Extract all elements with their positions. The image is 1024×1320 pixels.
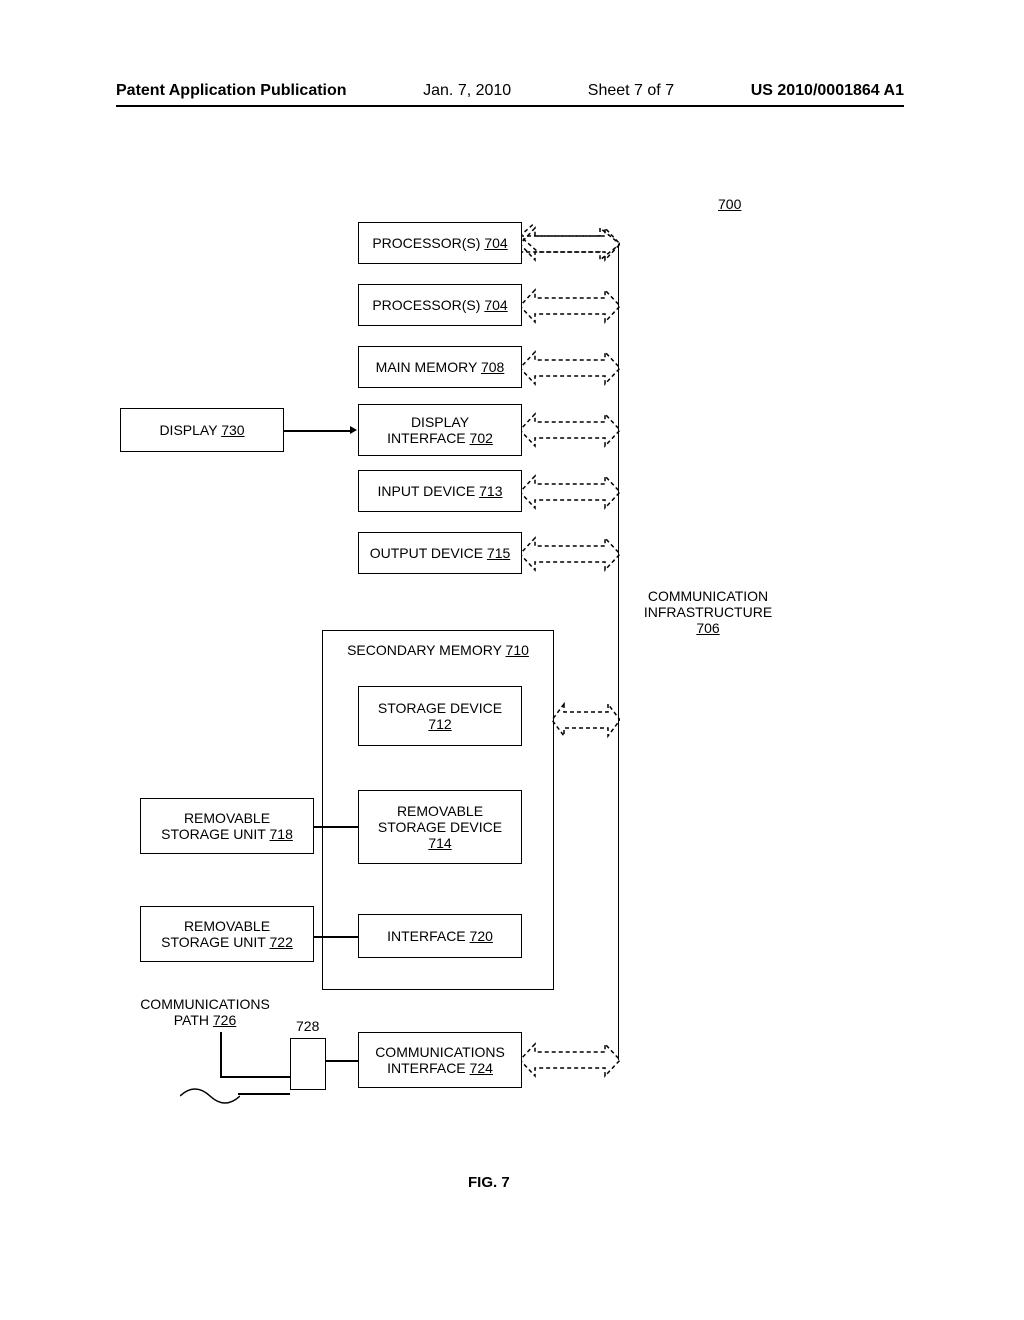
display-iface-line1: DISPLAY (411, 414, 469, 430)
commiface-line2: INTERFACE (387, 1060, 466, 1076)
remstorunit718-line1: REMOVABLE (184, 810, 270, 826)
connector-display-arrowhead (350, 426, 357, 434)
remstor714-line1: REMOVABLE (397, 803, 483, 819)
removable-storage-unit-722-box: REMOVABLE STORAGE UNIT 722 (140, 906, 314, 962)
remstorunit722-ref: 722 (270, 934, 293, 950)
remstor714-line2: STORAGE DEVICE (378, 819, 502, 835)
display-iface-ref: 702 (470, 430, 493, 446)
removable-storage-unit-718-box: REMOVABLE STORAGE UNIT 718 (140, 798, 314, 854)
storage-device-box: STORAGE DEVICE 712 (358, 686, 522, 746)
main-memory-ref: 708 (481, 359, 504, 375)
interface-720-ref: 720 (470, 928, 493, 944)
output-device-label: OUTPUT DEVICE (370, 545, 483, 561)
input-device-label: INPUT DEVICE (377, 483, 475, 499)
interface-720-label: INTERFACE (387, 928, 466, 944)
comm-infra-label: COMMUNICATION INFRASTRUCTURE 706 (630, 588, 786, 636)
processor-2-ref: 704 (484, 297, 507, 313)
output-device-box: OUTPUT DEVICE 715 (358, 532, 522, 574)
commiface-ref: 724 (470, 1060, 493, 1076)
comm-path-label: COMMUNICATIONS PATH 726 (130, 996, 280, 1028)
removable-storage-device-box: REMOVABLE STORAGE DEVICE 714 (358, 790, 522, 864)
input-device-ref: 713 (479, 483, 502, 499)
secondary-memory-title: SECONDARY MEMORY 710 (336, 642, 540, 658)
ref-728: 728 (296, 1018, 319, 1034)
arrow-input (520, 472, 620, 512)
comm-infra-line2: INFRASTRUCTURE (630, 604, 786, 620)
display-interface-box: DISPLAY INTERFACE 702 (358, 404, 522, 456)
arrow-processor2 (520, 286, 620, 326)
display-iface-line2: INTERFACE (387, 430, 466, 446)
connector-728-line (326, 1060, 358, 1062)
remstorunit722-line2: STORAGE UNIT (161, 934, 266, 950)
secondary-memory-ref: 710 (506, 642, 529, 658)
header-publication: Patent Application Publication (116, 82, 347, 100)
processor-2-box: PROCESSOR(S) 704 (358, 284, 522, 326)
diagram-figure-7: 700 PROCESSOR(S) 704 PROCESSOR(S) 704 MA… (120, 200, 900, 1160)
connector-722-line (314, 936, 358, 938)
remstorunit722-line1: REMOVABLE (184, 918, 270, 934)
figure-label: FIG. 7 (468, 1174, 510, 1191)
output-device-ref: 715 (487, 545, 510, 561)
interface-720-box: INTERFACE 720 (358, 914, 522, 958)
arrow-mainmem (520, 348, 620, 388)
connector-718-line (314, 826, 358, 828)
remstorunit718-line2: STORAGE UNIT (161, 826, 266, 842)
arrow-commiface (520, 1040, 620, 1080)
header-rule (116, 105, 904, 107)
commpath-ref: 726 (213, 1012, 236, 1028)
arrow-storage (552, 700, 620, 740)
arrow-output (520, 534, 620, 574)
processor-1-label: PROCESSOR(S) (372, 235, 480, 251)
main-memory-label: MAIN MEMORY (376, 359, 477, 375)
comm-infra-line1: COMMUNICATION (630, 588, 786, 604)
processor-1-ref: 704 (484, 235, 507, 251)
cable-curl-icon (180, 1086, 240, 1106)
header-sheet: Sheet 7 of 7 (588, 82, 674, 100)
header-docnum: US 2010/0001864 A1 (751, 82, 904, 100)
storage-device-line1: STORAGE DEVICE (378, 700, 502, 716)
comm-infra-ref: 706 (630, 620, 786, 636)
header-date: Jan. 7, 2010 (423, 82, 511, 100)
secondary-memory-label: SECONDARY MEMORY (347, 642, 502, 658)
input-device-box: INPUT DEVICE 713 (358, 470, 522, 512)
main-memory-box: MAIN MEMORY 708 (358, 346, 522, 388)
commpath-line2: PATH (174, 1012, 209, 1028)
commpath-leader-v (220, 1032, 222, 1078)
processor-2-label: PROCESSOR(S) (372, 297, 480, 313)
remstor714-ref: 714 (428, 835, 451, 851)
box-728 (290, 1038, 326, 1090)
display-label: DISPLAY (159, 422, 217, 438)
arrow-display-iface (520, 410, 620, 450)
commiface-line1: COMMUNICATIONS (375, 1044, 505, 1060)
processor-1-box: PROCESSOR(S) 704 (358, 222, 522, 264)
storage-device-ref: 712 (428, 716, 451, 732)
cable-to-728 (238, 1093, 290, 1095)
page-header: Patent Application Publication Jan. 7, 2… (0, 82, 1024, 100)
ref-700: 700 (718, 196, 741, 212)
communications-interface-box: COMMUNICATIONS INTERFACE 724 (358, 1032, 522, 1088)
display-ref: 730 (221, 422, 244, 438)
connector-display-line (284, 430, 350, 432)
arrow-processor1 (520, 224, 620, 264)
remstorunit718-ref: 718 (270, 826, 293, 842)
commpath-line1: COMMUNICATIONS (130, 996, 280, 1012)
commpath-leader-h (220, 1076, 290, 1078)
display-box: DISPLAY 730 (120, 408, 284, 452)
